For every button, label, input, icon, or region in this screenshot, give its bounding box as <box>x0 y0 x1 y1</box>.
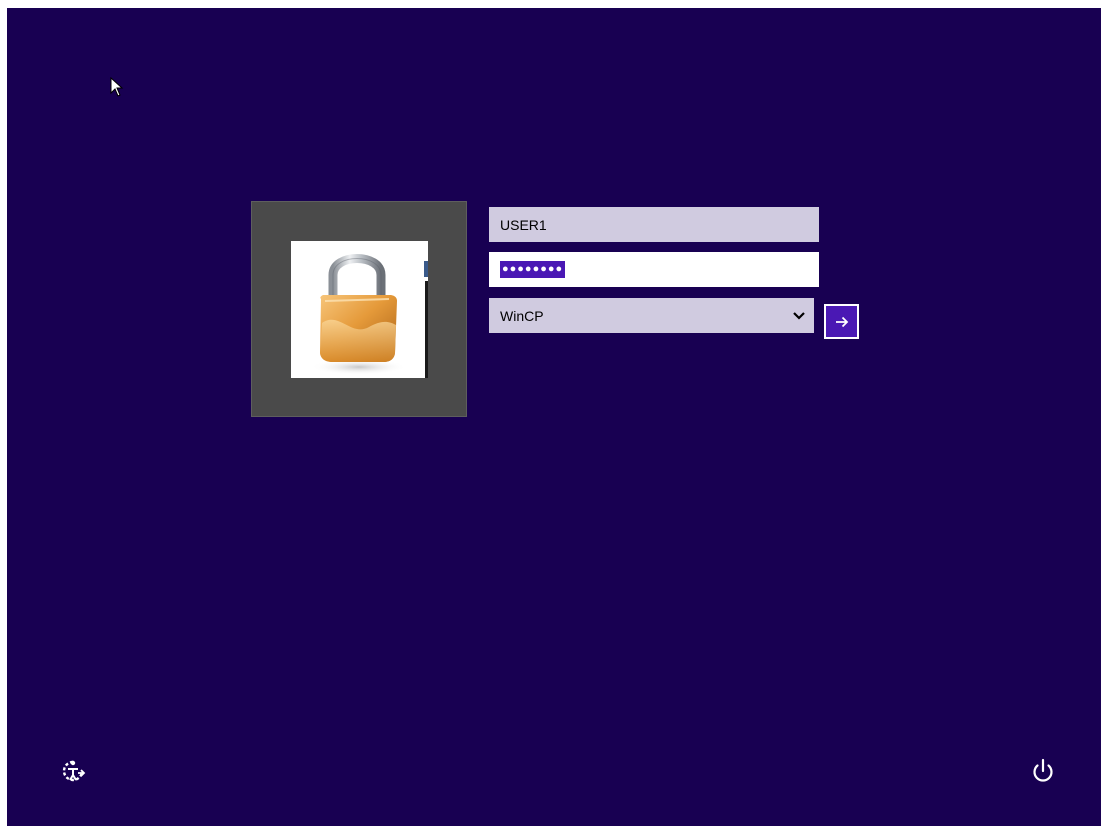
ease-of-access-button[interactable] <box>57 755 89 787</box>
username-value: USER1 <box>500 216 547 233</box>
chevron-down-icon[interactable] <box>792 309 806 323</box>
user-picture <box>291 241 428 378</box>
power-icon <box>1033 758 1053 782</box>
submit-button[interactable] <box>824 304 859 339</box>
password-field[interactable]: ●●●●●●●● <box>489 252 819 287</box>
domain-select[interactable]: WinCP <box>489 298 814 333</box>
mouse-pointer-icon <box>110 77 124 97</box>
password-value: ●●●●●●●● <box>500 261 566 278</box>
ease-of-access-icon <box>62 760 86 782</box>
username-field[interactable]: USER1 <box>489 207 819 242</box>
user-tile <box>251 201 467 417</box>
login-screen: USER1 ●●●●●●●● WinCP <box>7 8 1101 826</box>
arrow-right-icon <box>835 316 848 327</box>
power-button[interactable] <box>1027 755 1059 787</box>
padlock-icon <box>311 254 407 375</box>
domain-value: WinCP <box>500 307 544 324</box>
